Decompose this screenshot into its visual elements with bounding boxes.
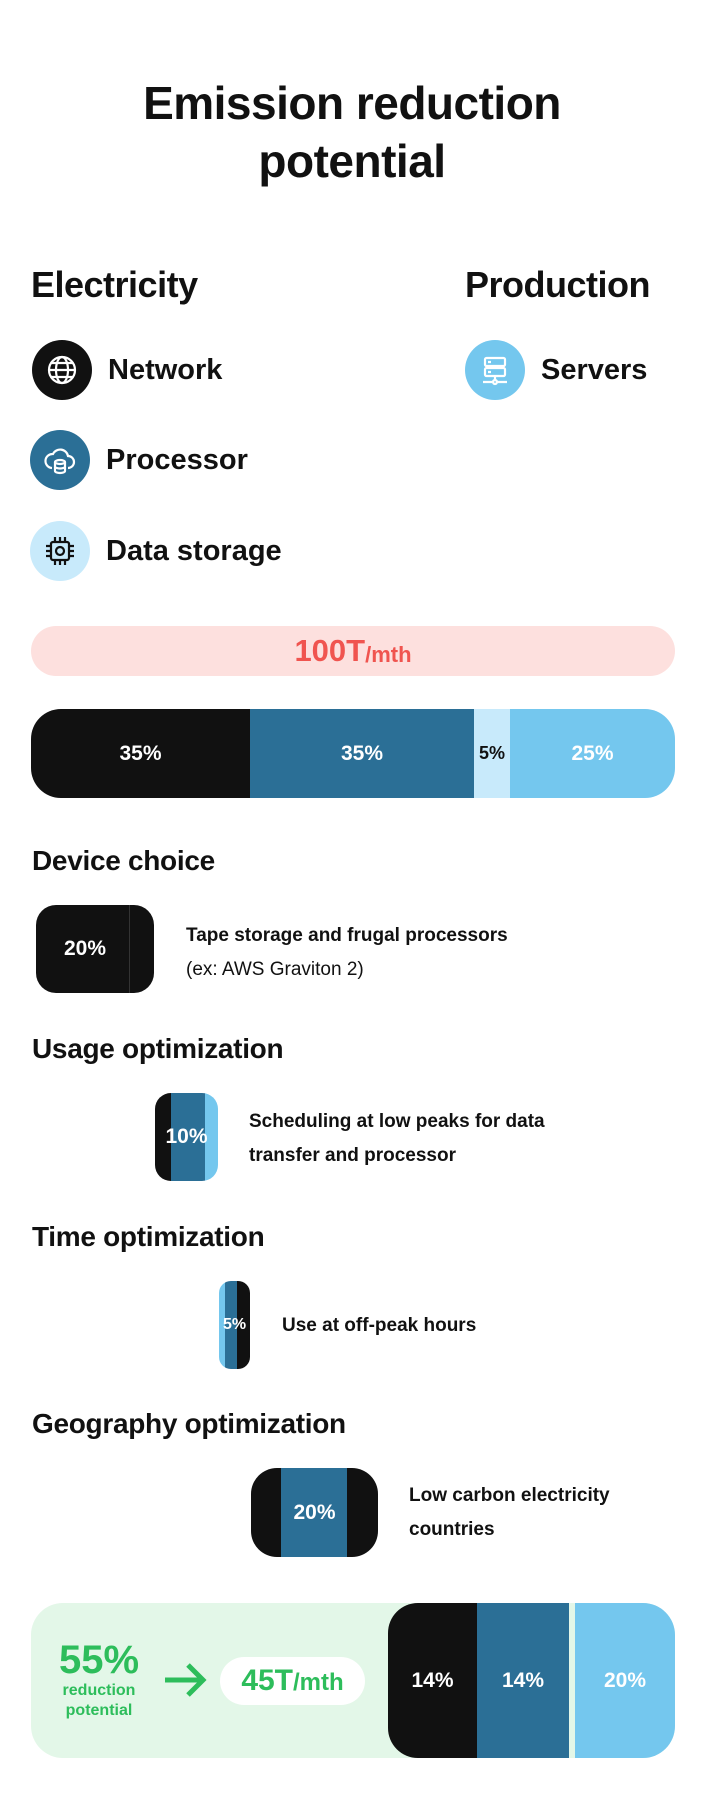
legend-label: Network [108,353,223,386]
new-total-pill: 45T/mth [220,1657,365,1705]
segment-data-storage: 5% [474,709,510,798]
chip-icon [30,521,90,581]
legend-label: Processor [106,443,248,476]
reduction-pct: 10% [165,1125,208,1148]
section-heading: Device choice [32,845,215,876]
cloud-database-icon [30,430,90,490]
section-description: Low carbon electricity countries [409,1485,610,1540]
segment-servers: 25% [510,709,675,798]
legend-network: Network [32,340,222,400]
usage-optimization-block: 10% [155,1093,218,1181]
production-heading: Production [465,264,650,305]
legend-label: Servers [541,353,648,386]
reduction-pct: 5% [222,1316,247,1333]
section-heading: Usage optimization [32,1033,284,1064]
result-panel: 55% reduction potential 45T/mth 14% 14% … [31,1603,675,1758]
arrow-right-icon [165,1663,207,1697]
globe-icon [32,340,92,400]
legend-servers: Servers [465,340,647,400]
section-heading: Time optimization [32,1221,265,1252]
section-description: Scheduling at low peaks for data transfer… [249,1111,545,1166]
electricity-heading: Electricity [31,264,198,305]
emission-breakdown-bar: 35% 35% 5% 25% [31,709,675,798]
section-description: Tape storage and frugal processors (ex: A… [186,925,508,980]
reduction-summary: 55% reduction potential [58,1638,140,1719]
device-choice-block: 20% [36,905,154,993]
time-optimization-block: 5% [219,1281,250,1369]
legend-data-storage: Data storage [30,521,282,581]
reduction-pct: 20% [293,1500,336,1524]
section-description: Use at off-peak hours [282,1315,477,1336]
reduction-pct: 20% [63,937,107,960]
segment-network: 35% [31,709,250,798]
server-icon [465,340,525,400]
geography-optimization-block: 20% [251,1468,378,1557]
result-segment-network: 14% [411,1668,454,1692]
legend-processor: Processor [30,430,248,490]
result-segment-servers: 20% [603,1668,647,1692]
segment-processor: 35% [250,709,474,798]
section-heading: Geography optimization [32,1408,346,1439]
legend-label: Data storage [106,534,282,567]
page-title: Emission reduction potential [143,77,561,187]
result-segment-processor: 14% [501,1668,545,1692]
total-emissions-pill: 100T/mth [31,626,675,676]
